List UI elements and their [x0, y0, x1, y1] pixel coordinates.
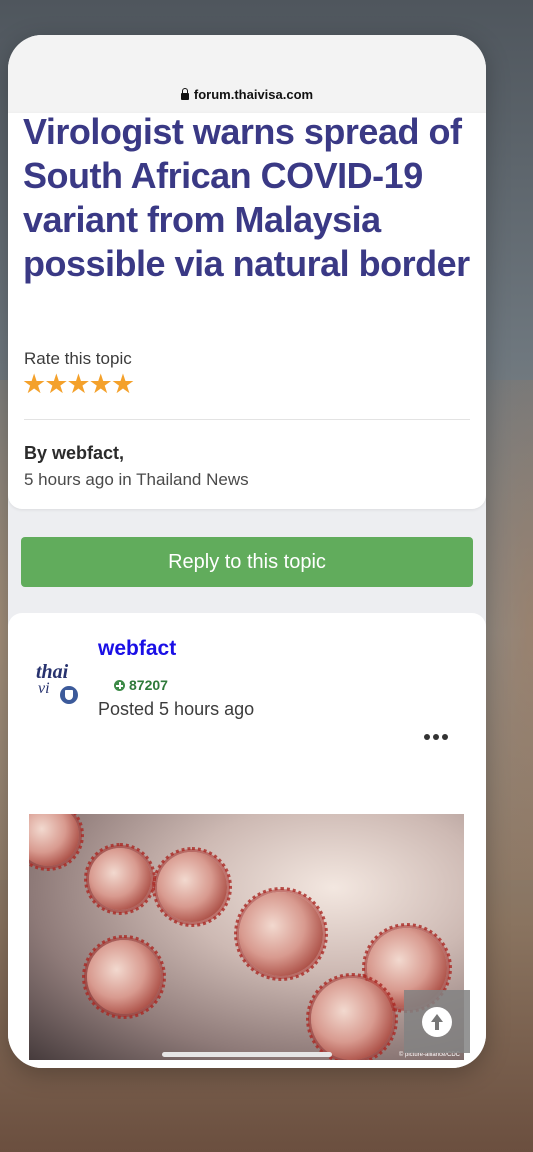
rate-topic-label: Rate this topic — [24, 349, 132, 368]
more-options-icon[interactable] — [424, 731, 450, 743]
divider — [24, 419, 470, 420]
virus-particle — [29, 814, 84, 871]
plus-circle-icon — [114, 680, 125, 691]
url-text: forum.thaivisa.com — [193, 87, 314, 102]
virus-particle — [82, 935, 166, 1019]
app-switcher-card[interactable]: forum.thaivisa.com Virologist warns spre… — [8, 35, 486, 1068]
topic-header-panel: Virologist warns spread of South African… — [8, 111, 486, 509]
virus-particle — [234, 887, 328, 981]
avatar[interactable]: thai vi — [32, 659, 82, 709]
home-indicator[interactable] — [162, 1052, 332, 1057]
moderator-shield-icon — [58, 684, 80, 706]
topic-meta: 5 hours ago in Thailand News — [24, 470, 249, 489]
avatar-logo-text-bottom: vi — [38, 680, 50, 697]
virus-particle — [306, 973, 398, 1060]
post-timestamp: Posted 5 hours ago — [98, 699, 255, 719]
virus-particle — [84, 843, 156, 915]
lock-icon — [180, 88, 189, 100]
reputation-badge: 87207 — [114, 677, 168, 693]
star-rating[interactable]: ★★★★★ — [22, 370, 135, 398]
reply-to-topic-button[interactable]: Reply to this topic — [21, 537, 473, 587]
virus-particle — [152, 847, 232, 927]
post-image[interactable]: © picture-alliance/CDC — [29, 814, 464, 1060]
browser-url-bar[interactable]: forum.thaivisa.com — [8, 35, 486, 113]
url-display[interactable]: forum.thaivisa.com — [8, 87, 486, 102]
post-author-link[interactable]: webfact — [98, 637, 176, 661]
topic-title: Virologist warns spread of South African… — [23, 111, 470, 284]
scroll-to-top-button[interactable] — [404, 990, 470, 1053]
reputation-count: 87207 — [129, 677, 168, 693]
arrow-up-icon — [422, 1007, 452, 1037]
shield-icon — [65, 690, 73, 700]
topic-author-line[interactable]: By webfact, — [24, 443, 124, 464]
